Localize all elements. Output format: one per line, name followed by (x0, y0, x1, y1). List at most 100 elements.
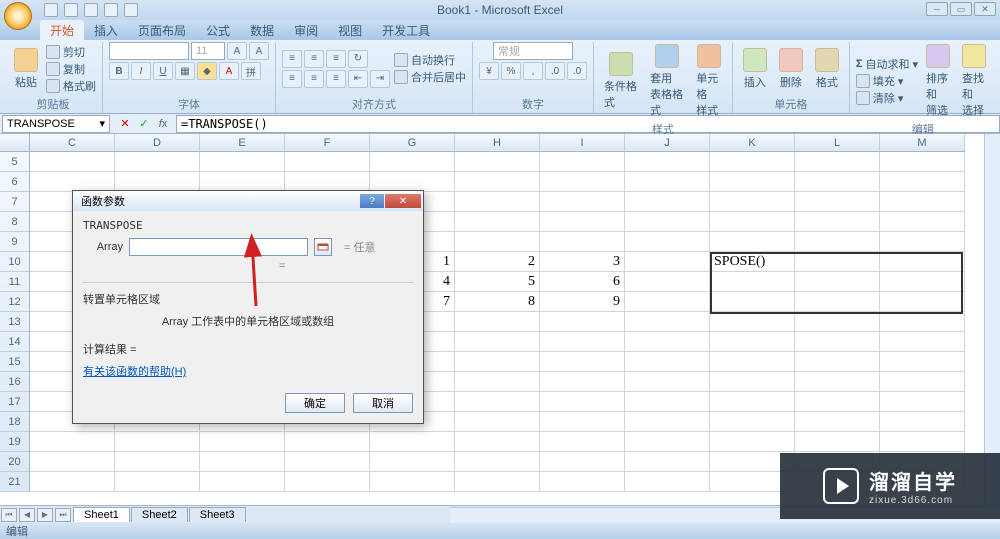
cell[interactable] (625, 432, 710, 452)
ok-button[interactable]: 确定 (285, 393, 345, 413)
cell[interactable] (880, 412, 965, 432)
cell[interactable] (285, 152, 370, 172)
column-header[interactable]: J (625, 134, 710, 151)
qat-undo-icon[interactable] (64, 3, 78, 17)
cell[interactable] (540, 212, 625, 232)
cell[interactable]: 2 (455, 252, 540, 272)
cell[interactable] (880, 272, 965, 292)
align-right-button[interactable]: ≡ (326, 70, 346, 88)
font-size-combo[interactable]: 11 (191, 42, 225, 60)
cell[interactable]: 3 (540, 252, 625, 272)
cell[interactable] (625, 292, 710, 312)
row-header[interactable]: 21 (0, 472, 29, 492)
column-header[interactable]: C (30, 134, 115, 151)
cell[interactable] (540, 392, 625, 412)
cell[interactable] (285, 472, 370, 492)
row-header[interactable]: 7 (0, 192, 29, 212)
cell[interactable] (625, 332, 710, 352)
cell[interactable] (710, 212, 795, 232)
row-header[interactable]: 15 (0, 352, 29, 372)
maximize-button[interactable]: ▭ (950, 2, 972, 16)
cancel-formula-button[interactable]: ✕ (116, 116, 134, 132)
cell[interactable] (540, 332, 625, 352)
column-header[interactable]: F (285, 134, 370, 151)
cell[interactable] (540, 312, 625, 332)
cell[interactable] (370, 472, 455, 492)
cell[interactable] (625, 312, 710, 332)
cell[interactable] (455, 412, 540, 432)
cell[interactable] (200, 452, 285, 472)
cell[interactable] (795, 432, 880, 452)
cell[interactable] (795, 292, 880, 312)
sort-filter-button[interactable]: 排序和 筛选 (922, 42, 954, 120)
fill-color-button[interactable]: ◆ (197, 62, 217, 80)
row-header[interactable]: 5 (0, 152, 29, 172)
align-top-button[interactable]: ≡ (282, 50, 302, 68)
cell[interactable] (285, 432, 370, 452)
cell[interactable] (795, 372, 880, 392)
tab-home[interactable]: 开始 (40, 20, 84, 40)
row-header[interactable]: 16 (0, 372, 29, 392)
border-button[interactable]: ▦ (175, 62, 195, 80)
cell[interactable] (880, 172, 965, 192)
sheet-nav-prev[interactable]: ◀ (19, 508, 35, 522)
conditional-format-button[interactable]: 条件格式 (600, 50, 642, 112)
cell[interactable] (540, 412, 625, 432)
tab-page-layout[interactable]: 页面布局 (128, 20, 196, 40)
cell[interactable] (455, 232, 540, 252)
cell[interactable] (625, 472, 710, 492)
cell[interactable] (455, 312, 540, 332)
cut-button[interactable]: 剪切 (46, 44, 96, 60)
cell[interactable] (710, 312, 795, 332)
cell[interactable] (625, 152, 710, 172)
dec-decimal-button[interactable]: .0 (567, 62, 587, 80)
cell[interactable] (880, 312, 965, 332)
cell[interactable] (795, 412, 880, 432)
clear-button[interactable]: 清除 ▾ (856, 90, 918, 106)
cell[interactable] (710, 352, 795, 372)
minimize-button[interactable]: ─ (926, 2, 948, 16)
row-header[interactable]: 8 (0, 212, 29, 232)
autosum-button[interactable]: Σ 自动求和 ▾ (856, 56, 918, 72)
qat-item[interactable] (104, 3, 118, 17)
bold-button[interactable]: B (109, 62, 129, 80)
cell[interactable] (455, 212, 540, 232)
sheet-tab[interactable]: Sheet2 (131, 507, 188, 522)
dialog-titlebar[interactable]: 函数参数 ? ✕ (73, 191, 423, 211)
percent-button[interactable]: % (501, 62, 521, 80)
qat-redo-icon[interactable] (84, 3, 98, 17)
increase-font-button[interactable]: A (227, 42, 247, 60)
cell[interactable] (455, 432, 540, 452)
sheet-nav-next[interactable]: ▶ (37, 508, 53, 522)
dialog-help-button[interactable]: ? (360, 194, 384, 208)
cell[interactable] (710, 412, 795, 432)
tab-developer[interactable]: 开发工具 (372, 20, 440, 40)
cell[interactable]: 5 (455, 272, 540, 292)
cell[interactable] (370, 452, 455, 472)
row-header[interactable]: 20 (0, 452, 29, 472)
cell[interactable]: 9 (540, 292, 625, 312)
sheet-tab[interactable]: Sheet1 (73, 507, 130, 522)
indent-inc-button[interactable]: ⇥ (370, 70, 390, 88)
cell[interactable] (625, 412, 710, 432)
cell[interactable] (455, 172, 540, 192)
format-painter-button[interactable]: 格式刷 (46, 78, 96, 94)
cell[interactable] (30, 472, 115, 492)
cell[interactable] (710, 292, 795, 312)
insert-function-button[interactable]: fx (154, 116, 172, 132)
currency-button[interactable]: ¥ (479, 62, 499, 80)
sheet-nav-first[interactable]: ⏮ (1, 508, 17, 522)
cell[interactable] (540, 152, 625, 172)
cell[interactable] (880, 152, 965, 172)
row-header[interactable]: 13 (0, 312, 29, 332)
row-header[interactable]: 18 (0, 412, 29, 432)
cell[interactable] (880, 292, 965, 312)
font-color-button[interactable]: A (219, 62, 239, 80)
cell[interactable] (625, 392, 710, 412)
cell[interactable] (455, 472, 540, 492)
underline-button[interactable]: U (153, 62, 173, 80)
name-box-dropdown-icon[interactable]: ▾ (99, 117, 105, 130)
align-left-button[interactable]: ≡ (282, 70, 302, 88)
enter-formula-button[interactable]: ✓ (135, 116, 153, 132)
row-header[interactable]: 14 (0, 332, 29, 352)
